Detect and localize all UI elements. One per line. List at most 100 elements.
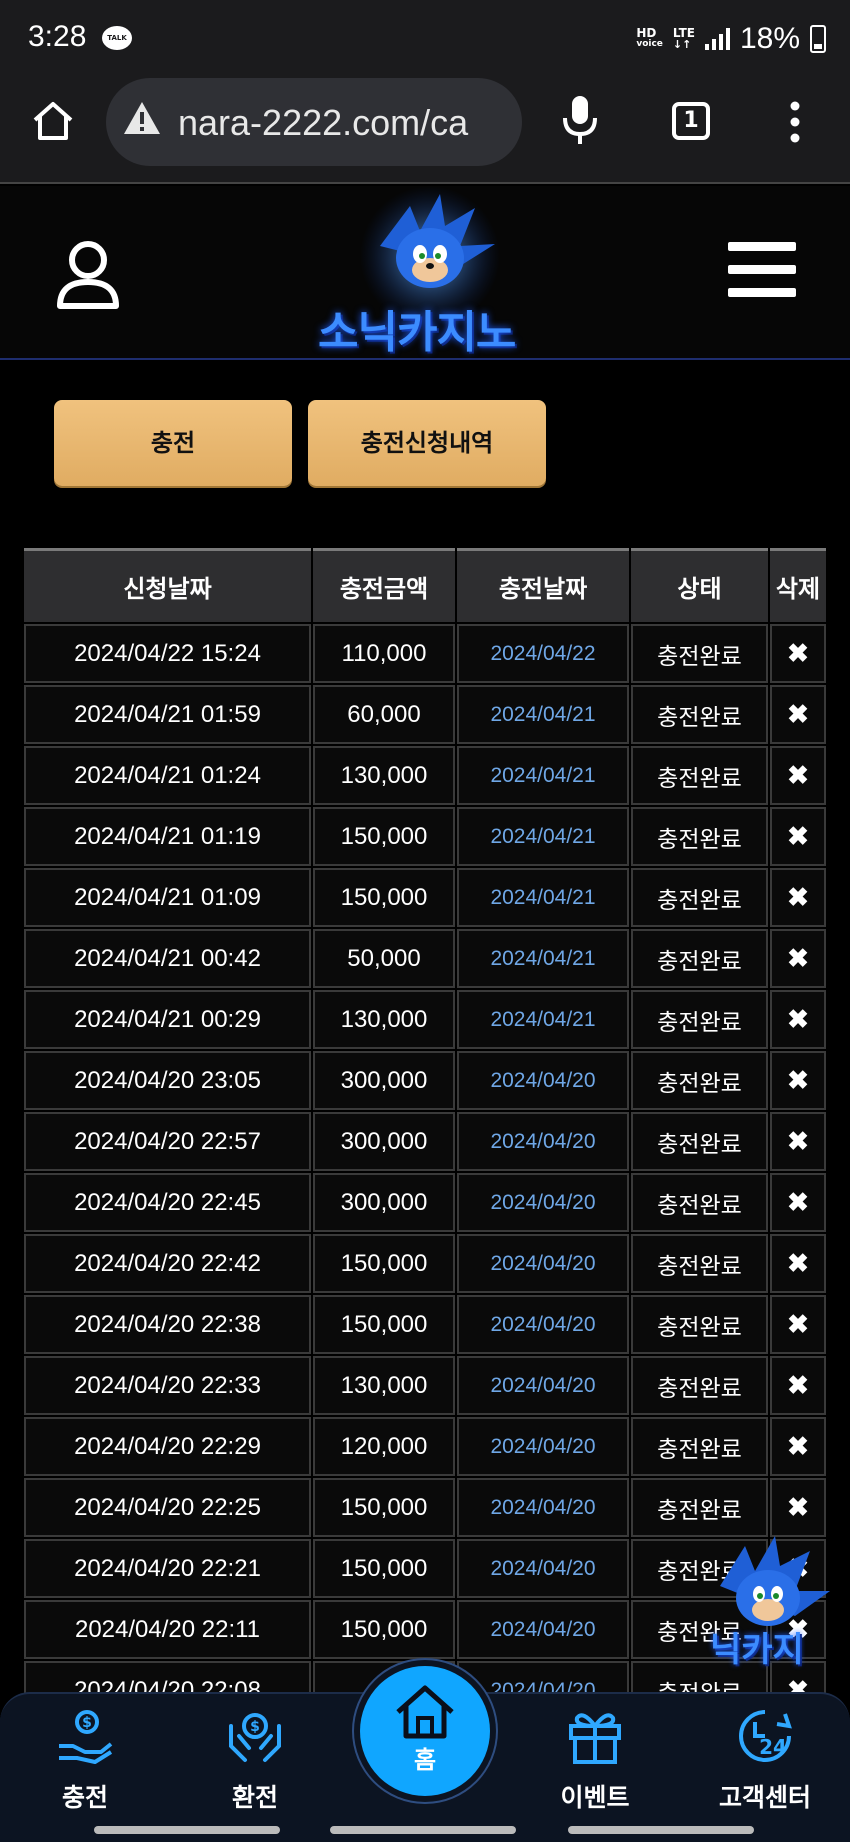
nav-exchange[interactable]: $ 환전 [190, 1706, 320, 1814]
browser-home-icon[interactable] [30, 98, 76, 144]
column-header-amount: 충전금액 [313, 548, 455, 622]
charge-history-button[interactable]: 충전신청내역 [308, 400, 546, 486]
request-date-cell: 2024/04/21 01:24 [24, 746, 311, 805]
signal-icon [704, 28, 730, 50]
delete-icon[interactable]: ✖ [770, 868, 826, 927]
charge-date-link[interactable]: 2024/04/20 [457, 1600, 629, 1659]
tab-switcher-button[interactable]: 1 [672, 102, 710, 140]
charge-date-link[interactable]: 2024/04/21 [457, 929, 629, 988]
nav-home-label: 홈 [413, 1746, 437, 1774]
table-row: 2024/04/21 01:19 150,000 2024/04/21 충전완료 ✖ [24, 807, 826, 866]
charge-date-link[interactable]: 2024/04/21 [457, 807, 629, 866]
amount-cell: 300,000 [313, 1112, 455, 1171]
delete-icon[interactable]: ✖ [770, 1051, 826, 1110]
status-indicators: HD voice LTE ↓↑ 18% [636, 22, 826, 56]
table-row: 2024/04/20 22:38 150,000 2024/04/20 충전완료 ✖ [24, 1295, 826, 1354]
status-time: 3:28 [28, 20, 87, 53]
hd-label: HD [636, 26, 657, 40]
delete-icon[interactable]: ✖ [770, 929, 826, 988]
charge-date-link[interactable]: 2024/04/20 [457, 1417, 629, 1476]
warning-icon[interactable] [122, 100, 162, 136]
delete-icon[interactable]: ✖ [770, 685, 826, 744]
address-bar[interactable]: nara-2222.com/ca [106, 78, 522, 166]
column-header-charge-date: 충전날짜 [457, 548, 629, 622]
table-row: 2024/04/20 22:45 300,000 2024/04/20 충전완료 ✖ [24, 1173, 826, 1232]
charge-button[interactable]: 충전 [54, 400, 292, 486]
site-header: 소닉카지노 [0, 186, 850, 360]
lte-arrows: ↓↑ [672, 38, 692, 51]
home-icon [360, 1666, 490, 1744]
charge-date-link[interactable]: 2024/04/20 [457, 1356, 629, 1415]
url-text[interactable]: nara-2222.com/ca [178, 102, 510, 144]
charge-date-link[interactable]: 2024/04/20 [457, 1539, 629, 1598]
request-date-cell: 2024/04/20 22:42 [24, 1234, 311, 1293]
amount-cell: 150,000 [313, 1234, 455, 1293]
charge-hand-icon: $ [55, 1706, 115, 1766]
delete-icon[interactable]: ✖ [770, 1356, 826, 1415]
charge-date-link[interactable]: 2024/04/21 [457, 746, 629, 805]
delete-icon[interactable]: ✖ [770, 1295, 826, 1354]
floating-mascot-button[interactable]: 닉카지 [700, 1536, 836, 1670]
more-menu-icon[interactable] [790, 100, 800, 144]
charge-date-link[interactable]: 2024/04/21 [457, 868, 629, 927]
delete-icon[interactable]: ✖ [770, 1173, 826, 1232]
delete-icon[interactable]: ✖ [770, 1478, 826, 1537]
request-date-cell: 2024/04/20 22:11 [24, 1600, 311, 1659]
hd-voice-icon: HD voice [636, 26, 663, 50]
nav-charge[interactable]: $ 충전 [20, 1706, 150, 1814]
request-date-cell: 2024/04/20 22:45 [24, 1173, 311, 1232]
request-date-cell: 2024/04/21 00:29 [24, 990, 311, 1049]
delete-icon[interactable]: ✖ [770, 990, 826, 1049]
microphone-icon[interactable] [560, 94, 600, 146]
delete-icon[interactable]: ✖ [770, 746, 826, 805]
charge-date-link[interactable]: 2024/04/21 [457, 685, 629, 744]
table-row: 2024/04/20 23:05 300,000 2024/04/20 충전완료 ✖ [24, 1051, 826, 1110]
delete-icon[interactable]: ✖ [770, 624, 826, 683]
request-date-cell: 2024/04/21 00:42 [24, 929, 311, 988]
delete-icon[interactable]: ✖ [770, 807, 826, 866]
delete-icon[interactable]: ✖ [770, 1417, 826, 1476]
amount-cell: 150,000 [313, 868, 455, 927]
amount-cell: 110,000 [313, 624, 455, 683]
status-cell: 충전완료 [631, 929, 768, 988]
charge-date-link[interactable]: 2024/04/20 [457, 1051, 629, 1110]
request-date-cell: 2024/04/20 22:38 [24, 1295, 311, 1354]
amount-cell: 150,000 [313, 1478, 455, 1537]
nav-event-label: 이벤트 [560, 1783, 630, 1812]
request-date-cell: 2024/04/21 01:19 [24, 807, 311, 866]
amount-cell: 150,000 [313, 807, 455, 866]
nav-home[interactable]: 홈 [360, 1666, 490, 1796]
nav-support[interactable]: 24 고객센터 [700, 1706, 830, 1814]
gesture-bar-right [568, 1826, 754, 1834]
charge-date-link[interactable]: 2024/04/20 [457, 1478, 629, 1537]
user-icon[interactable] [56, 240, 120, 310]
charge-date-link[interactable]: 2024/04/20 [457, 1234, 629, 1293]
status-bar: 3:28 TALK HD voice LTE ↓↑ 18% [0, 0, 850, 78]
bottom-navigation: $ 충전 $ 환전 홈 이벤트 24 고객센터 [0, 1666, 850, 1842]
table-row: 2024/04/21 01:24 130,000 2024/04/21 충전완료 ✖ [24, 746, 826, 805]
status-cell: 충전완료 [631, 1417, 768, 1476]
charge-date-link[interactable]: 2024/04/22 [457, 624, 629, 683]
status-cell: 충전완료 [631, 746, 768, 805]
status-cell: 충전완료 [631, 1051, 768, 1110]
site-logo[interactable]: 소닉카지노 [310, 186, 550, 360]
battery-level: 18% [739, 22, 800, 55]
charge-date-link[interactable]: 2024/04/20 [457, 1112, 629, 1171]
status-cell: 충전완료 [631, 1173, 768, 1232]
charge-date-link[interactable]: 2024/04/20 [457, 1173, 629, 1232]
charge-date-link[interactable]: 2024/04/20 [457, 1295, 629, 1354]
amount-cell: 50,000 [313, 929, 455, 988]
charge-date-link[interactable]: 2024/04/21 [457, 990, 629, 1049]
status-cell: 충전완료 [631, 868, 768, 927]
amount-cell: 130,000 [313, 990, 455, 1049]
request-date-cell: 2024/04/20 22:29 [24, 1417, 311, 1476]
delete-icon[interactable]: ✖ [770, 1112, 826, 1171]
nav-event[interactable]: 이벤트 [530, 1706, 660, 1814]
delete-icon[interactable]: ✖ [770, 1234, 826, 1293]
table-row: 2024/04/20 22:29 120,000 2024/04/20 충전완료 ✖ [24, 1417, 826, 1476]
status-cell: 충전완료 [631, 1234, 768, 1293]
status-cell: 충전완료 [631, 1478, 768, 1537]
status-cell: 충전완료 [631, 685, 768, 744]
table-row: 2024/04/20 22:57 300,000 2024/04/20 충전완료 ✖ [24, 1112, 826, 1171]
hamburger-menu-icon[interactable] [728, 242, 796, 300]
